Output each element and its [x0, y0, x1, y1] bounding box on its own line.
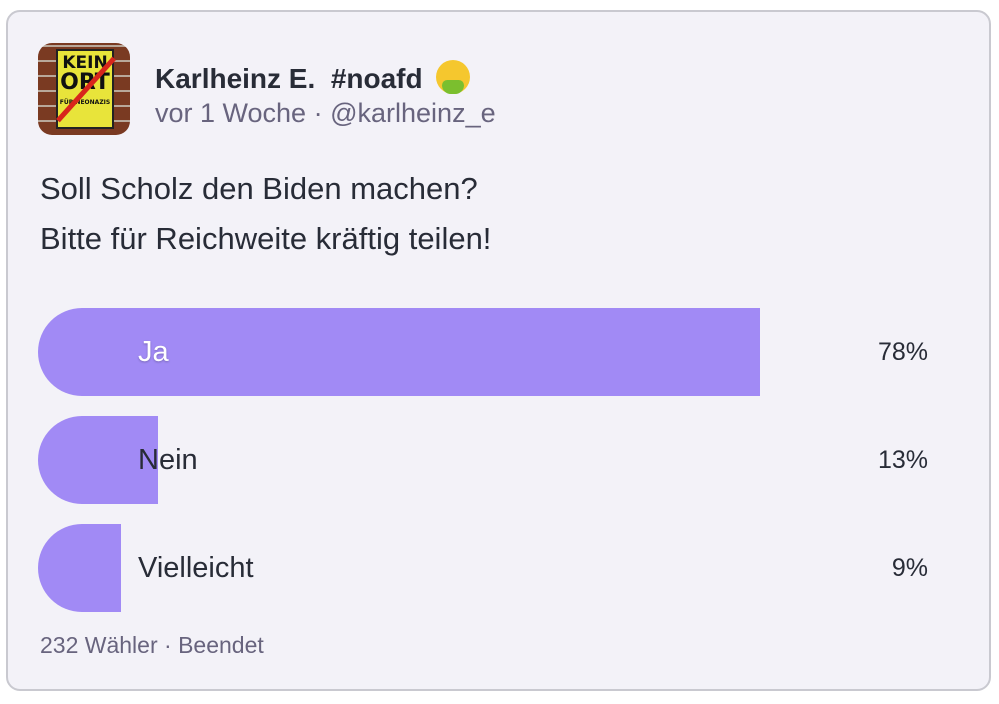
poll-option-percent: 78% — [877, 338, 928, 366]
poll-option-percent: 13% — [877, 446, 928, 474]
meta-separator: · — [313, 98, 323, 128]
author-name: Karlheinz E. — [155, 63, 316, 94]
post-content: Soll Scholz den Biden machen? Bitte für … — [40, 164, 491, 264]
poll-footer: 232 Wähler · Beendet — [40, 632, 264, 659]
poll-voter-count: 232 Wähler — [40, 632, 158, 658]
poll-option-ja: Ja 78% — [38, 308, 928, 396]
poll-post-card: KEIN ORT FÜR NEONAZIS Karlheinz E. #noaf… — [6, 10, 991, 691]
post-line: Bitte für Reichweite kräftig teilen! — [40, 221, 492, 256]
poll-option-label: Nein — [138, 444, 198, 476]
poll-option-label: Vielleicht — [138, 552, 254, 584]
poll-option-nein: Nein 13% — [38, 416, 928, 504]
author-display-name[interactable]: Karlheinz E. #noafd — [155, 60, 471, 95]
author-hashtag: #noafd — [330, 63, 423, 94]
poll-option-bar — [38, 524, 121, 612]
vomiting-face-icon — [436, 60, 471, 94]
author-handle[interactable]: @karlheinz_e — [330, 98, 496, 128]
poll-option-label: Ja — [138, 336, 169, 368]
poll-status: Beendet — [178, 632, 264, 658]
poll-option-percent: 9% — [891, 554, 928, 582]
footer-separator: · — [164, 632, 172, 658]
post-meta: vor 1 Woche · @karlheinz_e — [155, 98, 496, 129]
avatar[interactable]: KEIN ORT FÜR NEONAZIS — [38, 43, 130, 135]
poll-option-vielleicht: Vielleicht 9% — [38, 524, 928, 612]
post-time[interactable]: vor 1 Woche — [155, 98, 306, 128]
post-line: Soll Scholz den Biden machen? — [40, 171, 478, 206]
